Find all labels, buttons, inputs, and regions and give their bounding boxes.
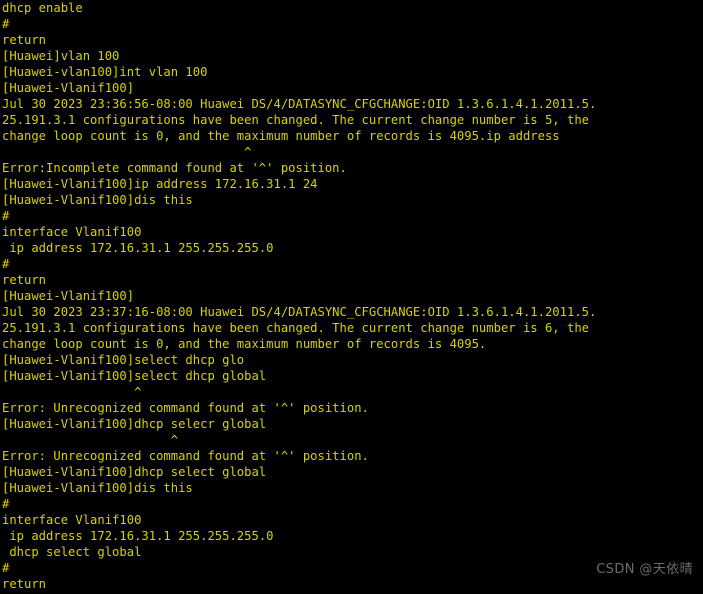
console-line: [Huawei-Vlanif100]dhcp selecr global <box>2 417 267 431</box>
console-line: interface Vlanif100 <box>2 513 142 527</box>
console-line: Error: Unrecognized command found at '^'… <box>2 401 369 415</box>
console-line: dhcp enable <box>2 1 83 15</box>
console-line: # <box>2 209 10 223</box>
console-line: [Huawei-vlan100]int vlan 100 <box>2 65 208 79</box>
console-line: [Huawei-Vlanif100]dhcp select global <box>2 465 267 479</box>
console-line: # <box>2 497 10 511</box>
console-line: [Huawei-Vlanif100] <box>2 289 135 303</box>
console-line: 25.191.3.1 configurations have been chan… <box>2 321 589 335</box>
terminal-window[interactable]: dhcp enable # return [Huawei]vlan 100 [Huawe… <box>0 0 703 594</box>
console-line: [Huawei-Vlanif100]dis this <box>2 481 193 495</box>
console-line: [Huawei-Vlanif100]ip address 172.16.31.1… <box>2 177 318 191</box>
console-line: Error: Unrecognized command found at '^'… <box>2 449 369 463</box>
console-line: Jul 30 2023 23:36:56-08:00 Huawei DS/4/D… <box>2 97 597 111</box>
console-line: [Huawei-Vlanif100] <box>2 81 135 95</box>
csdn-watermark: CSDN @天依晴 <box>596 562 693 577</box>
console-line: [Huawei]vlan 100 <box>2 49 120 63</box>
console-line: ^ <box>2 145 252 159</box>
console-line: # <box>2 17 10 31</box>
console-line: ip address 172.16.31.1 255.255.255.0 <box>2 529 274 543</box>
console-line: Jul 30 2023 23:37:16-08:00 Huawei DS/4/D… <box>2 305 597 319</box>
console-line: ^ <box>2 433 179 447</box>
console-line: change loop count is 0, and the maximum … <box>2 337 487 351</box>
console-line: [Huawei-Vlanif100]select dhcp global <box>2 369 267 383</box>
console-line: return <box>2 577 47 591</box>
console-line: Error:Incomplete command found at '^' po… <box>2 161 347 175</box>
console-line: # <box>2 257 10 271</box>
console-line: [Huawei-Vlanif100]select dhcp glo <box>2 353 245 367</box>
console-output[interactable]: dhcp enable # return [Huawei]vlan 100 [Huawe… <box>2 0 702 592</box>
console-line: dhcp select global <box>2 545 142 559</box>
console-line: change loop count is 0, and the maximum … <box>2 129 560 143</box>
console-line: interface Vlanif100 <box>2 225 142 239</box>
console-line: ip address 172.16.31.1 255.255.255.0 <box>2 241 274 255</box>
console-line: 25.191.3.1 configurations have been chan… <box>2 113 589 127</box>
console-line: return <box>2 33 47 47</box>
console-line: [Huawei-Vlanif100]dis this <box>2 193 193 207</box>
console-line: return <box>2 273 47 287</box>
console-line: ^ <box>2 385 142 399</box>
